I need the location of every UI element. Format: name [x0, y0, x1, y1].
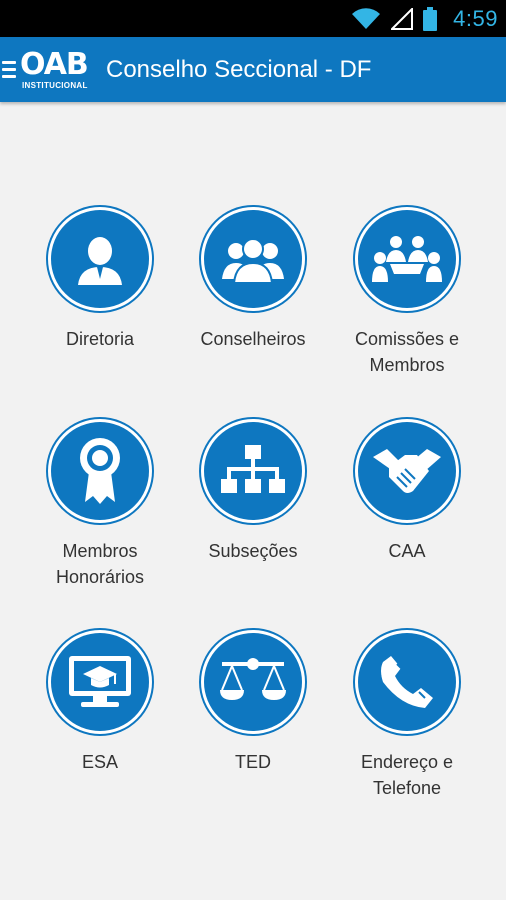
handshake-icon	[358, 422, 456, 520]
award-ribbon-icon	[51, 422, 149, 520]
oab-logo[interactable]: OAB INSTITUCIONAL	[18, 46, 100, 94]
menu-item-label: Membros Honorários	[55, 541, 145, 587]
logo-subtext: INSTITUCIONAL	[22, 80, 88, 90]
org-chart-icon	[204, 422, 302, 520]
menu-item-label: Comissões e Membros	[354, 329, 460, 375]
group-icon	[204, 210, 302, 308]
graduation-monitor-icon	[51, 633, 149, 731]
menu-item-label: Diretoria	[65, 329, 135, 349]
menu-item-diretoria[interactable]: Diretoria	[25, 210, 175, 352]
menu-item-label: Subseções	[208, 541, 298, 561]
menu-item-label: Endereço e Telefone	[360, 752, 454, 798]
menu-item-label: Conselheiros	[200, 329, 306, 349]
menu-item-esa[interactable]: ESA	[25, 633, 175, 775]
menu-item-subsecoes[interactable]: Subseções	[178, 422, 328, 564]
menu-item-ted[interactable]: TED	[178, 633, 328, 775]
app-title: Conselho Seccional - DF	[106, 55, 372, 83]
app-bar: OAB INSTITUCIONAL Conselho Seccional - D…	[0, 37, 506, 102]
scales-icon	[204, 633, 302, 731]
battery-icon	[423, 6, 438, 31]
menu-item-label: CAA	[388, 541, 426, 561]
menu-icon[interactable]	[2, 61, 16, 78]
signal-icon	[391, 7, 414, 30]
clock: 4:59	[453, 5, 498, 31]
menu-item-conselheiros[interactable]: Conselheiros	[178, 210, 328, 352]
menu-item-comissoes[interactable]: Comissões e Membros	[332, 210, 482, 378]
meeting-icon	[358, 210, 456, 308]
menu-item-caa[interactable]: CAA	[332, 422, 482, 564]
person-icon	[51, 210, 149, 308]
phone-icon	[358, 633, 456, 731]
menu-item-label: TED	[235, 752, 271, 772]
wifi-icon	[351, 7, 381, 30]
logo-text: OAB	[20, 46, 89, 82]
status-bar: 4:59	[0, 0, 506, 37]
menu-item-label: ESA	[81, 752, 119, 772]
menu-item-endereco-telefone[interactable]: Endereço e Telefone	[332, 633, 482, 801]
menu-item-membros-honorarios[interactable]: Membros Honorários	[25, 422, 175, 590]
